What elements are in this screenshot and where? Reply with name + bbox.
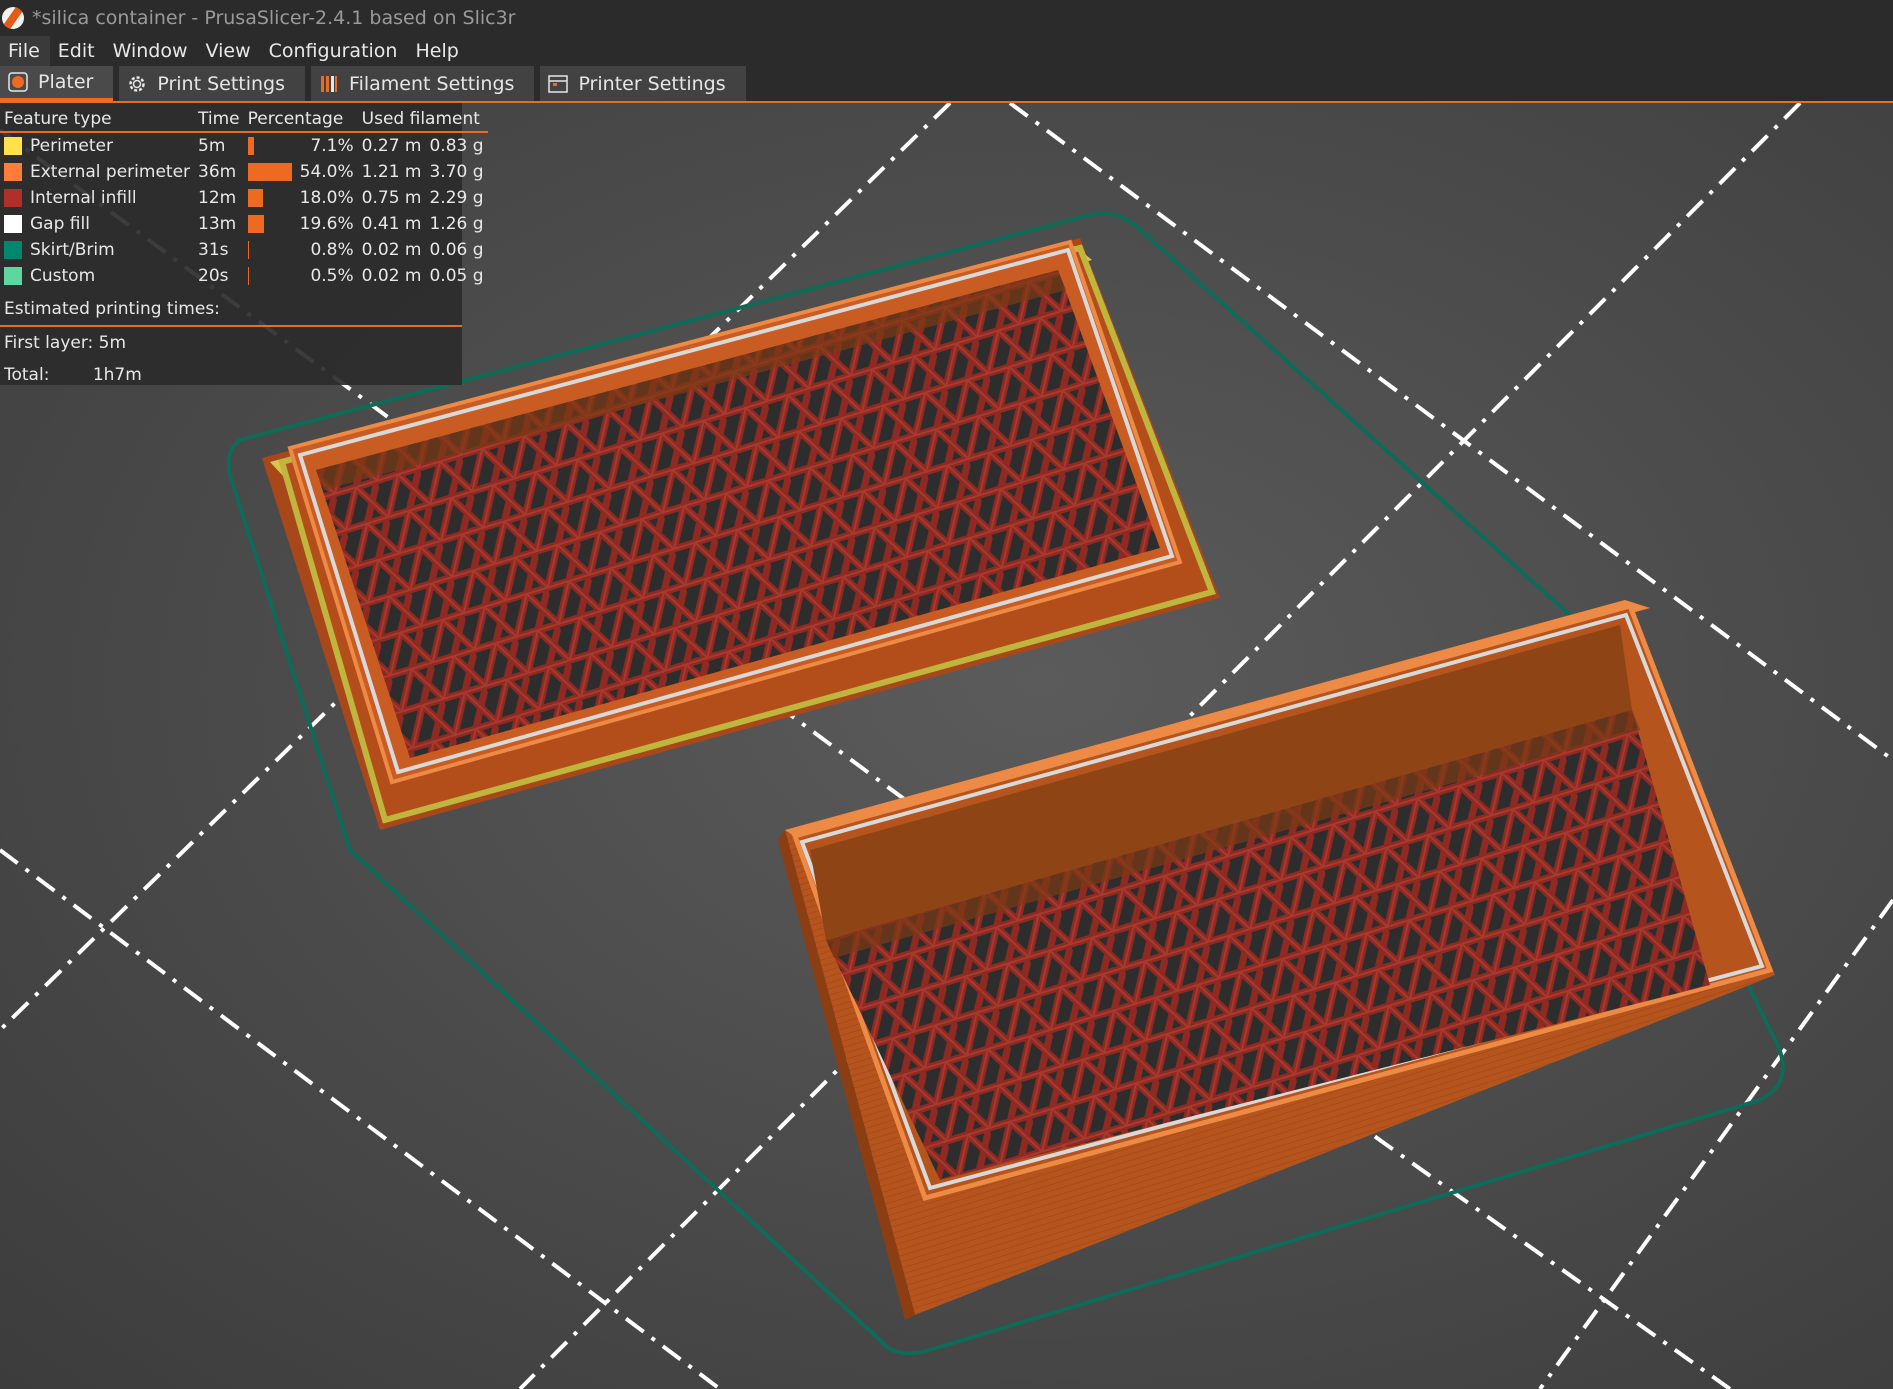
tab-filament-settings[interactable]: Filament Settings	[311, 66, 535, 101]
menu-bar: File Edit Window View Configuration Help	[0, 36, 1893, 66]
feature-name: Internal infill	[30, 188, 137, 208]
feature-weight: 0.83 g	[429, 136, 484, 156]
tab-plater[interactable]: Plater	[0, 66, 114, 101]
feature-time: 13m	[198, 214, 237, 234]
color-swatch	[4, 267, 22, 285]
legend-row[interactable]: Skirt/Brim 31s 0.8% 0.02 m 0.06 g	[0, 237, 488, 263]
color-swatch	[4, 163, 22, 181]
menu-help[interactable]: Help	[407, 36, 468, 66]
feature-time: 20s	[198, 266, 229, 286]
legend-row[interactable]: Gap fill 13m 19.6% 0.41 m 1.26 g	[0, 211, 488, 237]
menu-configuration[interactable]: Configuration	[261, 36, 408, 66]
feature-type-table: Feature type Time Percentage Used filame…	[0, 103, 488, 289]
color-swatch	[4, 215, 22, 233]
feature-name: Custom	[30, 266, 96, 286]
prusaslicer-logo-icon	[2, 7, 24, 29]
feature-length: 0.41 m	[361, 214, 422, 234]
feature-weight: 1.26 g	[429, 214, 484, 234]
header-time: Time	[198, 109, 240, 129]
printer-icon	[548, 74, 569, 93]
tab-print-settings-label: Print Settings	[157, 72, 286, 95]
feature-percentage: 18.0%	[299, 188, 354, 208]
feature-name: External perimeter	[30, 162, 191, 182]
first-layer-label: First layer:	[4, 333, 94, 353]
percentage-bar	[247, 267, 249, 285]
tab-printer-settings-label: Printer Settings	[578, 72, 726, 95]
feature-weight: 0.06 g	[429, 240, 484, 260]
tab-bar: Plater Print Settings Filament Settings …	[0, 66, 1893, 103]
feature-percentage: 19.6%	[299, 214, 354, 234]
feature-length: 0.02 m	[361, 266, 422, 286]
feature-length: 1.21 m	[361, 162, 422, 182]
estimated-times-heading: Estimated printing times:	[0, 293, 462, 327]
percentage-bar	[247, 189, 263, 207]
feature-weight: 2.29 g	[429, 188, 484, 208]
gear-icon	[129, 75, 146, 92]
gcode-legend-panel: Feature type Time Percentage Used filame…	[0, 103, 488, 385]
plater-icon	[8, 72, 28, 92]
feature-name: Skirt/Brim	[30, 240, 115, 260]
tab-plater-label: Plater	[38, 71, 94, 93]
title-bar: *silica container - PrusaSlicer-2.4.1 ba…	[0, 0, 1893, 36]
filament-spool-icon	[321, 75, 338, 92]
color-swatch	[4, 137, 22, 155]
header-feature-type: Feature type	[4, 109, 112, 129]
feature-percentage: 0.5%	[310, 266, 354, 286]
feature-length: 0.02 m	[361, 240, 422, 260]
feature-name: Gap fill	[30, 214, 90, 234]
feature-percentage: 7.1%	[310, 136, 354, 156]
header-percentage: Percentage	[247, 109, 344, 129]
percentage-bar	[247, 241, 249, 259]
total-value: 1h7m	[92, 365, 142, 385]
window-title: *silica container - PrusaSlicer-2.4.1 ba…	[32, 7, 516, 29]
feature-percentage: 54.0%	[299, 162, 354, 182]
feature-length: 0.27 m	[361, 136, 422, 156]
total-label: Total:	[4, 365, 50, 385]
feature-time: 36m	[198, 162, 237, 182]
legend-row[interactable]: External perimeter 36m 54.0% 1.21 m 3.70…	[0, 159, 488, 185]
feature-length: 0.75 m	[361, 188, 422, 208]
menu-view[interactable]: View	[198, 36, 261, 66]
menu-window[interactable]: Window	[105, 36, 198, 66]
feature-name: Perimeter	[30, 136, 113, 156]
percentage-bar	[247, 215, 264, 233]
total-time: Total: 1h7m	[0, 359, 462, 391]
feature-weight: 3.70 g	[429, 162, 484, 182]
first-layer-value: 5m	[98, 333, 127, 353]
color-swatch	[4, 241, 22, 259]
feature-weight: 0.05 g	[429, 266, 484, 286]
menu-file[interactable]: File	[0, 36, 50, 66]
feature-time: 12m	[198, 188, 237, 208]
feature-time: 31s	[198, 240, 229, 260]
percentage-bar	[247, 163, 292, 181]
legend-header-row: Feature type Time Percentage Used filame…	[0, 103, 488, 132]
color-swatch	[4, 189, 22, 207]
tab-printer-settings[interactable]: Printer Settings	[540, 66, 746, 101]
legend-row[interactable]: Perimeter 5m 7.1% 0.27 m 0.83 g	[0, 132, 488, 159]
first-layer-time: First layer: 5m	[0, 327, 462, 359]
legend-row[interactable]: Custom 20s 0.5% 0.02 m 0.05 g	[0, 263, 488, 289]
percentage-bar	[247, 137, 254, 155]
tab-print-settings[interactable]: Print Settings	[119, 66, 306, 101]
header-used-filament: Used filament	[361, 109, 480, 129]
legend-row[interactable]: Internal infill 12m 18.0% 0.75 m 2.29 g	[0, 185, 488, 211]
menu-edit[interactable]: Edit	[50, 36, 105, 66]
container-box-part[interactable]	[778, 600, 1775, 1320]
feature-percentage: 0.8%	[310, 240, 354, 260]
tab-filament-settings-label: Filament Settings	[349, 72, 515, 95]
feature-time: 5m	[198, 136, 226, 156]
